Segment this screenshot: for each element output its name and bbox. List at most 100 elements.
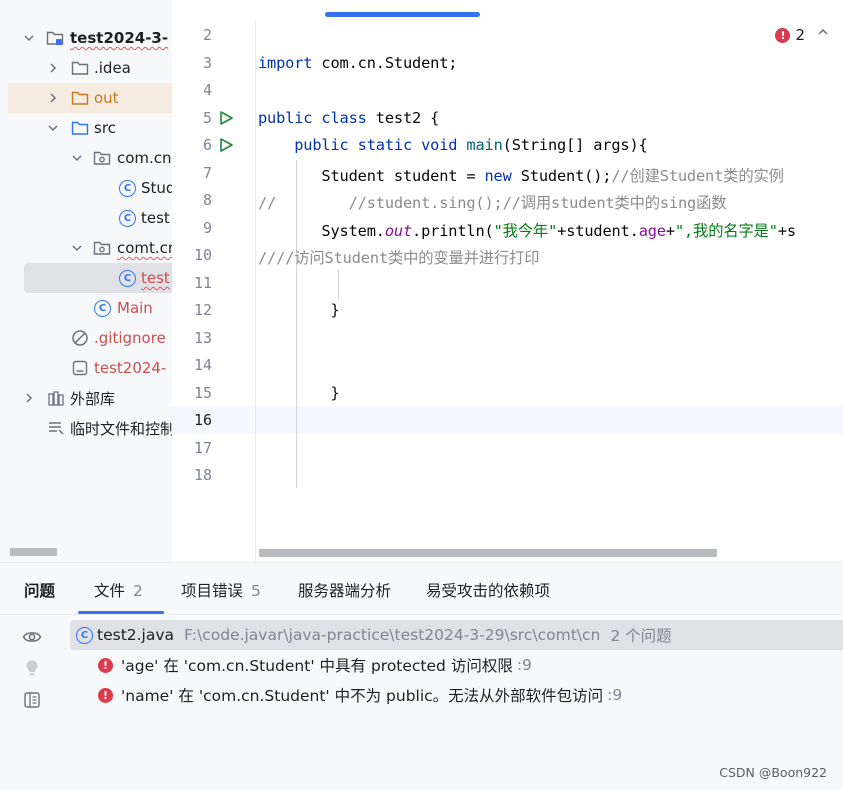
line-number: 11 (193, 274, 212, 292)
problem-text: 'age' 在 'com.cn.Student' 中具有 protected 访… (121, 657, 513, 675)
problem-row[interactable]: ! 'age' 在 'com.cn.Student' 中具有 protected… (98, 651, 532, 679)
watermark: CSDN @Boon922 (719, 765, 827, 780)
chevron-down-icon[interactable] (70, 241, 84, 255)
library-icon (47, 389, 65, 407)
tree-item-src[interactable]: src (8, 113, 172, 143)
class-icon: C (76, 626, 93, 644)
line-number: 14 (193, 356, 212, 374)
line-number: 9 (202, 219, 212, 237)
code-line-5: public class test2 { (258, 109, 440, 127)
tree-item-idea[interactable]: .idea (8, 53, 172, 83)
chevron-down-icon[interactable] (22, 31, 36, 45)
eye-icon[interactable] (22, 627, 42, 647)
line-number-current: 16 (193, 411, 212, 429)
tree-item-external-libraries[interactable]: 外部库 (8, 383, 172, 413)
problem-file-count: 2 个问题 (610, 627, 672, 645)
tree-item-test2-class-selected[interactable]: C test (24, 263, 172, 293)
editor-error-indicator[interactable]: ! 2 (775, 26, 805, 44)
problems-panel: 问题 文件 2 项目错误 5 服务器端分析 易受攻击的依赖项 C test2.jav… (0, 562, 843, 790)
error-icon: ! (775, 27, 791, 43)
tree-item-label: src (94, 119, 116, 137)
tree-item-label: Main (117, 299, 153, 317)
tree-item-label: 临时文件和控制 (70, 419, 172, 438)
editor-horizontal-scrollbar[interactable] (259, 549, 717, 557)
lightbulb-icon[interactable] (22, 658, 42, 678)
line-number: 7 (202, 164, 212, 182)
tree-item-label: .gitignore (94, 329, 166, 347)
tree-item-label: test (141, 269, 170, 287)
panel-divider (0, 614, 843, 615)
tree-item-gitignore[interactable]: .gitignore (8, 323, 172, 353)
current-line-highlight (172, 406, 843, 434)
tree-item-label: .idea (94, 59, 131, 77)
problem-row[interactable]: ! 'name' 在 'com.cn.Student' 中不为 public。无… (98, 681, 622, 709)
run-main-icon[interactable] (218, 137, 234, 153)
class-icon: C (119, 179, 136, 197)
chevron-up-icon[interactable] (817, 26, 829, 42)
line-number: 4 (202, 81, 212, 99)
line-number: 3 (202, 54, 212, 72)
tab-project-errors[interactable]: 项目错误 5 (181, 579, 261, 601)
tab-server-analysis[interactable]: 服务器端分析 (298, 579, 391, 601)
line-number: 2 (202, 26, 212, 44)
code-line-15: } (330, 384, 340, 402)
tree-item-label: out (94, 89, 119, 107)
module-folder-icon (46, 29, 64, 47)
tree-item-scratches[interactable]: 临时文件和控制 (8, 413, 172, 443)
tab-file[interactable]: 文件 2 (94, 579, 143, 601)
code-line-7: Student student = new Student();//创建Stud… (321, 167, 784, 185)
code-line-3: import com.cn.Student; (258, 54, 458, 72)
tree-item-main-class[interactable]: C Main (8, 293, 172, 323)
tree-item-label: test (141, 209, 170, 227)
tree-item-iml-file[interactable]: test2024- (8, 353, 172, 383)
problem-file-path: F:\code.javar\java-practice\test2024-3-2… (184, 626, 601, 644)
tree-item-package-comt-cn[interactable]: comt.cn (8, 233, 172, 263)
tree-item-label: com.cn (117, 149, 172, 167)
tab-problems[interactable]: 问题 (24, 579, 55, 601)
line-number: 17 (193, 439, 212, 457)
chevron-right-icon[interactable] (22, 391, 36, 405)
line-number: 5 (202, 109, 212, 127)
tree-item-label: test2024- (94, 359, 167, 377)
chevron-down-icon[interactable] (70, 151, 84, 165)
preview-icon[interactable] (22, 690, 42, 710)
source-folder-icon (71, 119, 89, 137)
class-icon: C (119, 269, 136, 287)
problem-line: :9 (607, 686, 623, 704)
error-icon: ! (98, 687, 113, 703)
run-class-icon[interactable] (218, 110, 234, 126)
code-editor[interactable]: ! 2 2 3 4 5 6 7 8 9 10 11 12 13 14 15 16… (172, 0, 843, 562)
tree-item-package-com-cn[interactable]: com.cn (8, 143, 172, 173)
tree-root-row[interactable]: test2024-3- (8, 23, 172, 53)
code-line-6: public static void main(String[] args){ (294, 136, 648, 154)
line-number: 13 (193, 329, 212, 347)
tree-item-label: 外部库 (70, 389, 116, 408)
folder-icon (71, 59, 89, 77)
active-tab-indicator[interactable] (325, 12, 480, 17)
package-icon (93, 149, 111, 167)
scratches-icon (47, 419, 65, 437)
indent-guide (338, 270, 339, 300)
tree-item-label: Stud (141, 179, 172, 197)
tab-vulnerable-dependencies[interactable]: 易受攻击的依赖项 (426, 579, 550, 601)
gutter-separator (255, 20, 256, 562)
line-number: 10 (193, 246, 212, 264)
problem-file-row[interactable]: C test2.java F:\code.javar\java-practice… (70, 620, 843, 650)
code-line-8: // //student.sing();//调用student类中的sing函数 (258, 194, 727, 212)
tree-item-student-class[interactable]: C Stud (8, 173, 172, 203)
chevron-right-icon[interactable] (46, 91, 60, 105)
package-icon (93, 239, 111, 257)
tree-item-test-class[interactable]: C test (8, 203, 172, 233)
line-number: 12 (193, 301, 212, 319)
code-line-10: ////访问Student类中的变量并进行打印 (258, 249, 540, 267)
line-number: 8 (202, 191, 212, 209)
ignore-file-icon (71, 329, 89, 347)
chevron-down-icon[interactable] (46, 121, 60, 135)
line-number: 18 (193, 466, 212, 484)
tree-horizontal-scrollbar[interactable] (10, 548, 57, 556)
tree-root-label: test2024-3- (70, 29, 169, 47)
class-icon: C (94, 299, 111, 317)
problem-text: 'name' 在 'com.cn.Student' 中不为 public。无法从… (121, 687, 604, 705)
tree-item-out[interactable]: out (8, 83, 172, 113)
chevron-right-icon[interactable] (46, 61, 60, 75)
